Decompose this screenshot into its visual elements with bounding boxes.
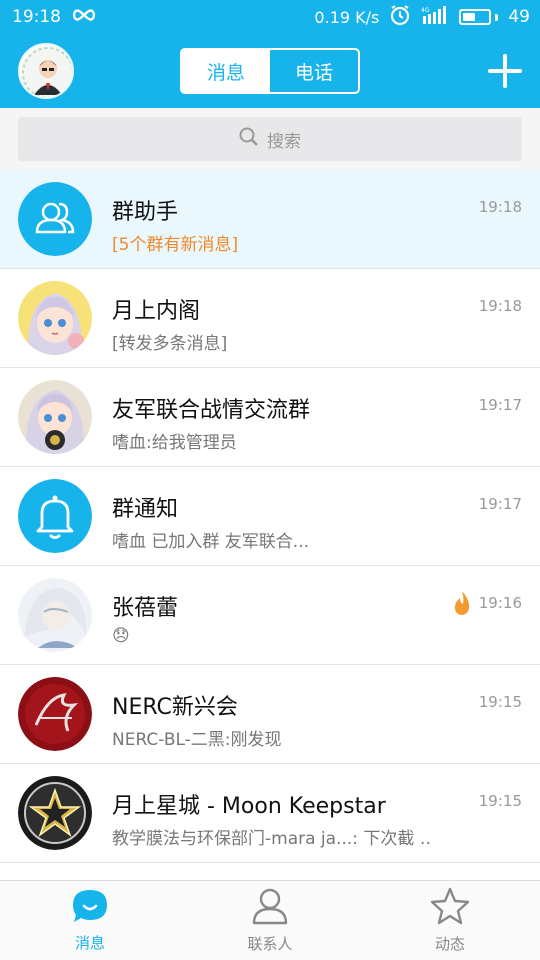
alarm-icon: [389, 4, 411, 31]
bell-icon: [18, 479, 92, 553]
signal-icon: 4G: [421, 5, 449, 29]
conversation-name: 群通知: [112, 497, 179, 522]
conversation-preview: 教学膜法与环保部门-mara ja...: 下次截 ‥: [112, 829, 432, 849]
person-icon: [251, 887, 289, 929]
conversation-preview: 嗜血:给我管理员: [112, 433, 237, 453]
conversation-name: NERC新兴会: [112, 695, 238, 720]
conversation-preview: NERC-BL-二黑:刚发现: [112, 730, 282, 750]
list-item[interactable]: 群助手 [5个群有新消息] 19:18: [0, 170, 540, 269]
group-assistant-icon: [18, 182, 92, 256]
nerc-logo: [18, 677, 92, 751]
conversation-name: 友军联合战情交流群: [112, 398, 311, 423]
tab-messages-bottom[interactable]: 消息: [0, 881, 180, 960]
conversation-time: 19:17: [478, 396, 522, 414]
list-item[interactable]: NERC新兴会 NERC-BL-二黑:刚发现 19:15: [0, 665, 540, 764]
network-speed: 0.19 K/s: [314, 7, 380, 27]
tab-label: 消息: [74, 934, 105, 952]
list-item[interactable]: 友军联合战情交流群 嗜血:给我管理员 19:17: [0, 368, 540, 467]
conversation-name: 群助手: [112, 200, 179, 225]
infinity-icon: [71, 7, 97, 27]
status-bar: 19:18 0.19 K/s 4G 49: [0, 0, 540, 34]
search-area: 搜索: [0, 108, 540, 170]
app-header: 消息 电话: [0, 34, 540, 108]
star-emblem: [18, 776, 92, 850]
search-placeholder: 搜索: [267, 131, 301, 152]
conversation-preview: 嗜血 已加入群 友军联合...: [112, 532, 310, 552]
tab-calls[interactable]: 电话: [270, 50, 358, 92]
conversation-time: 19:15: [478, 693, 522, 711]
battery-icon: [459, 9, 499, 25]
list-item[interactable]: 张蓓蕾 😞 19:16: [0, 566, 540, 665]
conversation-name: 月上内阁: [112, 299, 201, 324]
tab-label: 联系人: [247, 935, 293, 953]
search-icon: [239, 127, 259, 152]
conversation-list: 群助手 [5个群有新消息] 19:18 月上内阁 [转发多条消息] 19:18: [0, 170, 540, 880]
conversation-preview: [转发多条消息]: [112, 334, 228, 354]
list-item[interactable]: 群通知 嗜血 已加入群 友军联合... 19:17: [0, 467, 540, 566]
anime-white-hair-avatar: [18, 578, 92, 652]
conversation-name: 张蓓蕾: [112, 596, 179, 621]
chat-bubble-icon: [71, 888, 109, 928]
search-input[interactable]: 搜索: [18, 117, 522, 161]
add-plus-icon[interactable]: [488, 54, 522, 88]
bottom-tab-bar: 消息 联系人 动态: [0, 880, 540, 960]
conversation-time: 19:18: [478, 297, 522, 315]
tab-label: 动态: [434, 935, 465, 953]
anime-girl-avatar-2: [18, 380, 92, 454]
my-avatar[interactable]: [18, 43, 74, 99]
conversation-preview: [5个群有新消息]: [112, 235, 239, 255]
conversation-time: 19:17: [478, 495, 522, 513]
tab-moments[interactable]: 动态: [360, 881, 540, 960]
conversation-time: 19:16: [478, 594, 522, 612]
tab-contacts[interactable]: 联系人: [180, 881, 360, 960]
conversation-time: 19:18: [478, 198, 522, 216]
flame-icon: [452, 590, 472, 620]
anime-girl-avatar: [18, 281, 92, 355]
star-icon: [430, 887, 470, 929]
conversation-name: 月上星城 - Moon Keepstar: [112, 794, 386, 819]
segment-control: 消息 电话: [180, 48, 360, 94]
status-time: 19:18: [12, 7, 61, 27]
conversation-time: 19:15: [478, 792, 522, 810]
list-item[interactable]: 月上内阁 [转发多条消息] 19:18: [0, 269, 540, 368]
conversation-preview: 😞: [112, 626, 130, 646]
svg-text:4G: 4G: [421, 7, 430, 14]
list-item[interactable]: 月上星城 - Moon Keepstar 教学膜法与环保部门-mara ja..…: [0, 764, 540, 863]
tab-messages[interactable]: 消息: [182, 50, 270, 92]
battery-percent: 49: [508, 7, 530, 27]
